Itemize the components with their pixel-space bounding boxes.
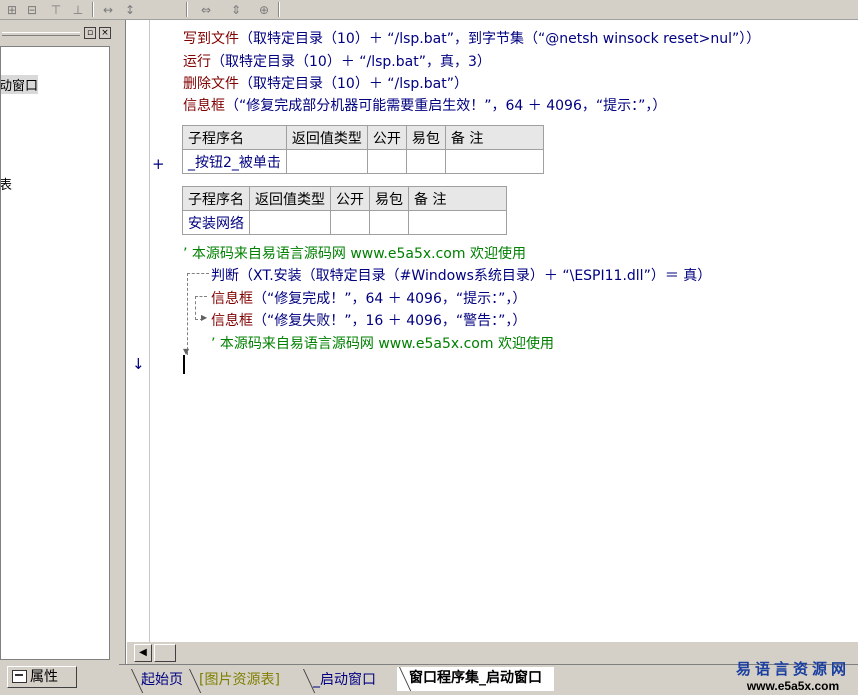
project-tree[interactable]: 动窗口 表 [0,46,110,660]
col-header: 备 注 [444,125,544,150]
code-args: （“修复完成！”，64 ＋ 4096，“提示：”，） [253,291,527,307]
tree-item-table[interactable]: 表 [1,174,12,193]
tab-label: _启动窗口 [313,672,376,688]
code-line-msgbox[interactable]: 信息框（“修复完成部分机器可能需要重启生效！”，64 ＋ 4096，“提示：”，… [183,95,666,115]
tab-label: 窗口程序集_启动窗口 [409,670,542,686]
col-header: 子程序名 [182,186,250,211]
tab-start-page[interactable]: 起始页 [129,669,195,691]
code-fn: 信息框 [183,98,225,114]
same-width-icon[interactable]: ⇔ [196,1,216,18]
tab-image-resources[interactable]: [图片资源表] [187,669,292,691]
code-fn: 删除文件 [183,76,239,92]
toolbar-separator [92,2,94,17]
toolbar: ⊞ ⊟ ⊤ ⊥ ↔ ↕ ⇔ ⇕ ⊕ [0,0,858,20]
code-line-delete-file[interactable]: 删除文件（取特定目录（10）＋ “/lsp.bat”） [183,73,468,93]
flow-line [187,273,188,355]
properties-tab-label: 属性 [30,669,58,685]
col-header: 公开 [366,125,407,150]
space-vertical-icon[interactable]: ↕ [120,1,140,18]
code-args: （取特定目录（10）＋ “/lsp.bat”，真，3） [211,54,491,70]
code-comment[interactable]: ’ 本源码来自易语言源码网 www.e5a5x.com 欢迎使用 [183,243,526,263]
code-line-write-file[interactable]: 写到文件（取特定目录（10）＋ “/lsp.bat”，到字节集（“@netsh … [183,28,760,48]
align-center-icon[interactable]: ⊟ [22,1,42,18]
table-cell[interactable] [366,149,407,174]
panel-minimize-icon[interactable]: ▫ [84,27,96,39]
toolbar-separator [278,2,280,17]
subroutine-table-1[interactable]: 子程序名 返回值类型 公开 易包 备 注 _按钮2_被单击 [182,125,544,174]
properties-tab[interactable]: 属性 [7,666,77,688]
code-fn: 运行 [183,54,211,70]
col-header: 公开 [330,186,370,211]
col-header: 易包 [405,125,446,150]
flow-arrow-icon: ▶ [201,313,208,322]
code-fn: 写到文件 [183,31,239,47]
subroutine-table-2[interactable]: 子程序名 返回值类型 公开 易包 备 注 安装网络 [182,186,507,235]
tab-label: [图片资源表] [199,672,280,688]
table-cell[interactable] [369,210,409,235]
table-cell[interactable] [330,210,370,235]
code-line-if[interactable]: 判断（XT.安装（取特定目录（#Windows系统目录）＋ “\ESPI11.d… [211,265,711,285]
project-panel: ▫ × 动窗口 表 属性 [0,20,119,695]
panel-close-icon[interactable]: × [99,27,111,39]
tab-label: 起始页 [141,672,183,688]
tab-window-module[interactable]: 窗口程序集_启动窗口 [397,667,554,691]
toolbar-separator [186,2,188,17]
code-args: （取特定目录（10）＋ “/lsp.bat”） [239,76,468,92]
col-header: 返回值类型 [285,125,368,150]
expand-plus-icon[interactable]: + [152,155,165,173]
table-cell[interactable] [444,149,544,174]
col-header: 备 注 [408,186,507,211]
panel-splitter[interactable] [119,20,126,695]
tree-item-startup-window[interactable]: 动窗口 [1,75,39,94]
current-line-arrow-icon: ↓ [132,355,145,373]
subroutine-name[interactable]: _按钮2_被单击 [182,149,287,174]
properties-icon [12,670,27,683]
text-caret [183,355,185,374]
editor-gutter [127,20,150,642]
code-line-msgbox-success[interactable]: 信息框（“修复完成！”，64 ＋ 4096，“提示：”，） [211,288,526,308]
same-height-icon[interactable]: ⇕ [226,1,246,18]
watermark-title: 易语言资源网 [735,660,850,678]
code-fn: 信息框 [211,313,253,329]
table-cell[interactable] [405,149,446,174]
code-args: （取特定目录（10）＋ “/lsp.bat”，到字节集（“@netsh wins… [239,31,761,47]
subroutine-name[interactable]: 安装网络 [182,210,250,235]
align-middle-icon[interactable]: ⊥ [68,1,88,18]
col-header: 子程序名 [182,125,287,150]
panel-grip[interactable] [2,32,80,36]
site-watermark: 易语言资源网 www.e5a5x.com [736,658,850,693]
space-horizontal-icon[interactable]: ↔ [98,1,118,18]
same-size-icon[interactable]: ⊕ [254,1,274,18]
flow-line [195,296,207,297]
panel-header: ▫ × [0,24,119,42]
scroll-thumb[interactable] [154,644,176,662]
code-fn: 信息框 [211,291,253,307]
table-cell[interactable] [249,210,331,235]
code-line-run[interactable]: 运行（取特定目录（10）＋ “/lsp.bat”，真，3） [183,51,491,71]
code-line-msgbox-fail[interactable]: 信息框（“修复失败！”，16 ＋ 4096，“警告：”，） [211,310,526,330]
align-left-icon[interactable]: ⊞ [2,1,22,18]
scroll-left-icon[interactable]: ◀ [134,644,152,662]
flow-line [195,296,196,320]
code-keyword: 判断 [211,268,239,284]
watermark-url: www.e5a5x.com [746,679,840,693]
code-editor[interactable]: 写到文件（取特定目录（10）＋ “/lsp.bat”，到字节集（“@netsh … [127,20,858,642]
flow-line [187,273,209,274]
col-header: 易包 [369,186,409,211]
align-top-icon[interactable]: ⊤ [46,1,66,18]
code-args: （“修复完成部分机器可能需要重启生效！”，64 ＋ 4096，“提示：”，） [225,98,667,114]
code-comment[interactable]: ’ 本源码来自易语言源码网 www.e5a5x.com 欢迎使用 [211,333,554,353]
tab-startup-window[interactable]: _启动窗口 [301,669,388,691]
table-cell[interactable] [408,210,507,235]
code-args: （XT.安装（取特定目录（#Windows系统目录）＋ “\ESPI11.dll… [239,268,712,284]
code-args: （“修复失败！”，16 ＋ 4096，“警告：”，） [253,313,527,329]
col-header: 返回值类型 [249,186,331,211]
table-cell[interactable] [285,149,368,174]
